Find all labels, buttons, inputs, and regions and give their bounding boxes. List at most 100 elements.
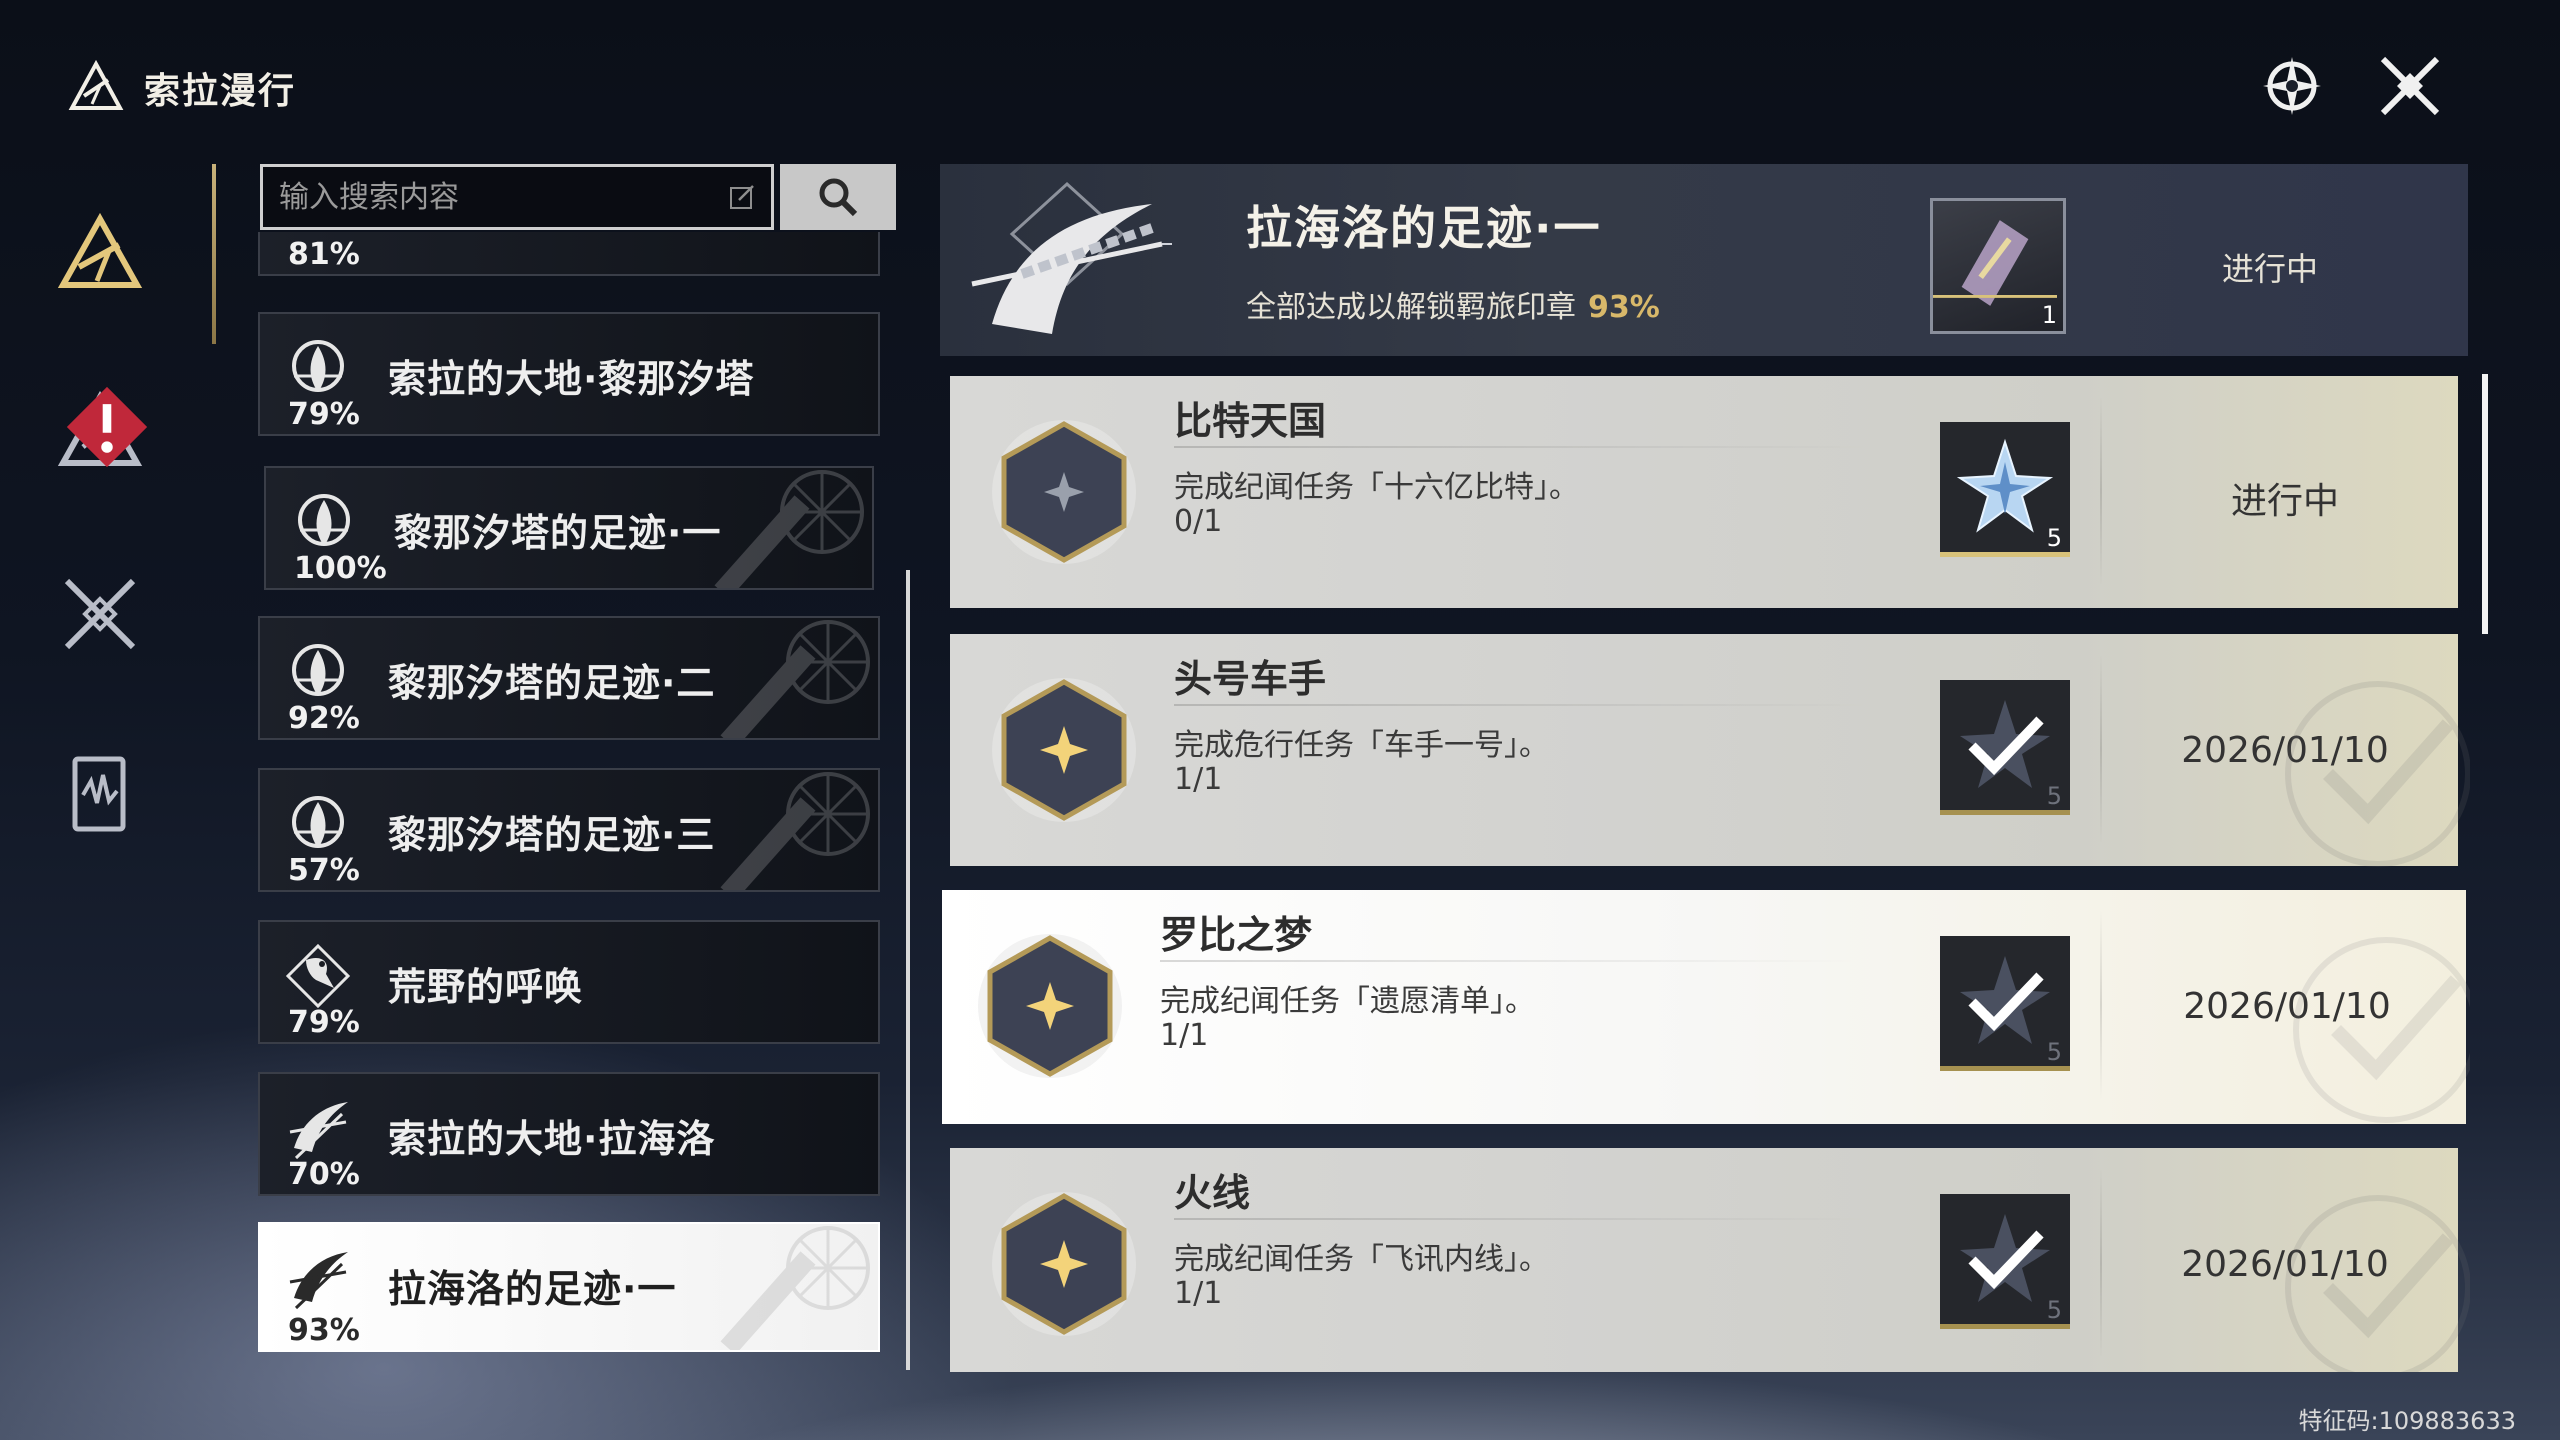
achievement-desc: 完成纪闻任务「十六亿比特」。: [1174, 470, 1579, 505]
settings-compass-button[interactable]: [2252, 46, 2332, 126]
achievement-card[interactable]: 比特天国 完成纪闻任务「十六亿比特」。 0/1 5 进行中: [950, 376, 2458, 608]
region-percent: 93%: [1588, 290, 1660, 325]
app-header: 索拉漫行: [66, 58, 296, 118]
achievement-name: 罗比之梦: [1160, 913, 1313, 957]
reward-count: 5: [2046, 782, 2062, 810]
completed-check-watermark-icon: [2285, 1195, 2470, 1372]
hexagon-medal-icon: [992, 420, 1136, 564]
achievement-list-scrollbar[interactable]: [2482, 374, 2488, 634]
search-input[interactable]: [263, 178, 727, 216]
reward-box-claimed: 5: [1940, 680, 2070, 815]
region-card[interactable]: 81%: [258, 232, 880, 276]
hexagon-medal-icon: [992, 1192, 1136, 1336]
goddess-emblem-icon: [292, 340, 344, 392]
compass-watermark-icon: [720, 772, 870, 890]
region-card-selected[interactable]: 拉海洛的足迹·一 93%: [258, 1222, 880, 1352]
close-icon: [2380, 56, 2440, 116]
achievement-desc: 完成危行任务「车手一号」。: [1174, 728, 1549, 763]
seal-card-icon: [1933, 220, 2057, 306]
seal-reward[interactable]: 1: [1930, 198, 2066, 334]
achievement-card-highlighted[interactable]: 罗比之梦 完成纪闻任务「遗愿清单」。 1/1 5 2026/01/10: [942, 890, 2470, 1124]
app-title: 索拉漫行: [144, 71, 297, 112]
region-card[interactable]: 索拉的大地·拉海洛 70%: [258, 1072, 880, 1196]
region-percent: 57%: [288, 853, 360, 888]
divider: [2100, 396, 2102, 586]
goddess-emblem-icon: [298, 494, 350, 546]
achievement-card[interactable]: 头号车手 完成危行任务「车手一号」。 1/1 5 2026/01/10: [950, 634, 2470, 867]
rail-item-battle[interactable]: [54, 568, 146, 660]
hexagon-medal-icon: [992, 678, 1136, 822]
region-percent: 79%: [288, 397, 360, 432]
card-deck-icon: [72, 756, 126, 832]
achievement-desc: 完成纪闻任务「飞讯内线」。: [1174, 1242, 1549, 1277]
reward-count: 1: [2041, 301, 2057, 329]
rail-item-cards[interactable]: [54, 748, 146, 840]
search-button[interactable]: [780, 164, 896, 230]
divider: [1174, 1218, 1874, 1220]
region-list: 81% 索拉的大地·黎那汐塔 79% 黎那汐塔的足迹·一 100% 黎那汐塔的足…: [256, 232, 896, 1372]
compass-watermark-icon: [720, 620, 870, 738]
region-status: 进行中: [2221, 250, 2318, 288]
region-card[interactable]: 索拉的大地·黎那汐塔 79%: [258, 312, 880, 436]
region-name: 黎那汐塔的足迹·二: [388, 661, 716, 705]
search-icon: [819, 178, 858, 217]
region-title: 拉海洛的足迹·一: [1246, 201, 1602, 255]
achievement-name: 比特天国: [1174, 399, 1327, 443]
region-name: 索拉的大地·黎那汐塔: [388, 357, 755, 401]
checkmark-icon: [1960, 700, 2050, 788]
checkmark-icon: [1960, 1214, 2050, 1302]
edit-icon[interactable]: [727, 182, 757, 212]
region-name: 黎那汐塔的足迹·三: [388, 813, 716, 857]
divider: [2100, 654, 2102, 844]
region-subtitle: 全部达成以解锁羁旅印章 93%: [1246, 282, 1660, 326]
reward-box[interactable]: 5: [1940, 422, 2070, 557]
region-percent: 92%: [288, 701, 360, 736]
divider: [1174, 704, 1874, 706]
achievement-progress: 0/1: [1174, 504, 1223, 539]
reward-count: 5: [2046, 1296, 2062, 1324]
close-button[interactable]: [2370, 46, 2450, 126]
lahailuo-emblem-icon: [289, 1102, 348, 1160]
divider: [1174, 446, 1874, 448]
region-name: 黎那汐塔的足迹·一: [394, 511, 722, 555]
achievement-desc: 完成纪闻任务「遗愿清单」。: [1160, 984, 1535, 1019]
completed-check-watermark-icon: [2293, 937, 2470, 1123]
region-percent: 100%: [294, 551, 387, 586]
region-percent: 79%: [288, 1005, 360, 1040]
goddess-emblem-icon: [292, 644, 344, 696]
region-list-scrollbar[interactable]: [906, 570, 910, 1370]
divider: [2100, 1168, 2102, 1358]
compass-watermark-icon: [720, 1226, 870, 1350]
achievement-name: 火线: [1174, 1171, 1251, 1215]
rail-item-roaming[interactable]: [54, 208, 146, 300]
crystal-star-icon: [1956, 438, 2054, 533]
region-card[interactable]: 黎那汐塔的足迹·三 57%: [258, 768, 880, 892]
hexagon-medal-icon: [978, 934, 1122, 1078]
region-name: 索拉的大地·拉海洛: [388, 1117, 716, 1161]
divider: [1160, 960, 1860, 962]
reward-count: 5: [2046, 524, 2062, 552]
achievement-progress: 1/1: [1174, 1276, 1223, 1311]
rail-item-explore[interactable]: [54, 384, 148, 476]
rail-active-indicator: [212, 164, 216, 344]
reward-box-claimed: 5: [1940, 936, 2070, 1071]
crossed-swords-icon: [64, 578, 136, 650]
region-card[interactable]: 黎那汐塔的足迹·一 100%: [264, 466, 874, 590]
goddess-emblem-icon: [292, 796, 344, 848]
region-header: 拉海洛的足迹·一 全部达成以解锁羁旅印章 93% 1 进行中: [940, 164, 2468, 356]
region-percent: 93%: [288, 1313, 360, 1348]
compass-icon: [2263, 57, 2321, 115]
lahailuo-emblem-icon: [971, 181, 1172, 334]
solaris-logo-icon: [68, 59, 124, 110]
bird-emblem-icon: [285, 943, 351, 1009]
region-percent: 81%: [288, 237, 360, 272]
achievement-status: 进行中: [2230, 481, 2339, 522]
achievement-name: 头号车手: [1174, 657, 1327, 701]
region-card[interactable]: 黎那汐塔的足迹·二 92%: [258, 616, 880, 740]
achievement-progress: 1/1: [1174, 762, 1223, 797]
compass-watermark-icon: [714, 470, 864, 588]
achievement-card[interactable]: 火线 完成纪闻任务「飞讯内线」。 1/1 5 2026/01/10: [950, 1148, 2470, 1372]
region-card[interactable]: 荒野的呼唤 79%: [258, 920, 880, 1044]
region-name: 荒野的呼唤: [388, 965, 584, 1009]
achievement-progress: 1/1: [1160, 1018, 1209, 1053]
